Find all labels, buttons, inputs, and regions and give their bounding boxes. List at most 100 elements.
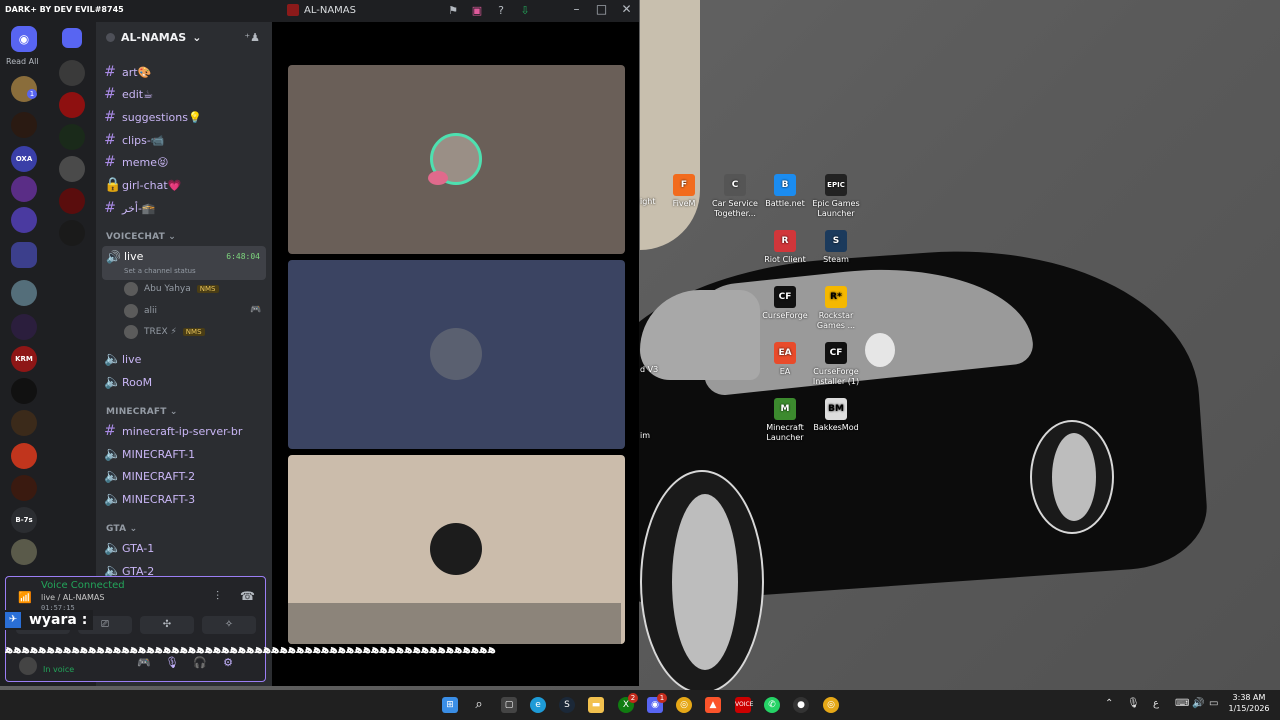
server-icon[interactable] [11,176,37,202]
server-icon[interactable] [11,475,37,501]
desktop-icon-steam[interactable]: S Steam [808,230,864,265]
task-view-icon[interactable]: ▢ [501,697,517,713]
help-icon[interactable]: ? [494,4,508,18]
voice-user[interactable]: Abu Yahya NMS [124,281,219,297]
voice-channel[interactable]: 🔈 RooM [104,373,264,391]
voice-connected-label[interactable]: Voice Connected [41,580,125,591]
text-channel[interactable]: # art🎨 [104,63,264,81]
chrome-icon[interactable]: ◎ [823,697,839,713]
voice-channel[interactable]: 🔈 live [104,350,264,368]
game-controller-icon[interactable]: 🎮 [137,656,151,669]
channel-status[interactable]: Set a channel status [124,267,196,275]
server-icon[interactable] [11,443,37,469]
text-channel[interactable]: 🔒 girl-chat💗 [104,176,264,194]
soundboard-button[interactable]: ✧ [202,616,256,634]
flag-icon[interactable]: ⚑ [446,4,460,18]
voice-channel[interactable]: 🔈 MINECRAFT-1 [104,445,264,463]
disconnect-icon[interactable]: ☎ [240,589,255,603]
volume-icon[interactable]: 🔊 [1192,698,1204,709]
server-icon[interactable] [11,207,37,233]
whatsapp-icon[interactable]: ✆ [764,697,780,713]
text-channel[interactable]: # suggestions💡 [104,108,264,126]
server-icon[interactable]: B-7s [11,507,37,533]
server-icon[interactable] [11,112,37,138]
server-icon[interactable] [11,314,37,340]
user-status: In voice [43,665,75,674]
server-icon[interactable] [59,188,85,214]
maximize-button[interactable]: □ [589,2,614,16]
voice-channel[interactable]: 🔈 MINECRAFT-2 [104,467,264,485]
desktop-icon-minecraft[interactable]: M Minecraft Launcher [757,398,813,443]
network-icon[interactable]: ⌨ [1175,698,1189,709]
text-channel[interactable]: # edit☕ [104,85,264,103]
headphones-icon[interactable]: 🎧 [193,656,207,669]
server-icon[interactable] [11,539,37,565]
chevron-up-icon[interactable]: ⌃ [1105,698,1113,709]
server-icon[interactable] [59,92,85,118]
voice-channel-active[interactable]: 🔊 live 6:48:04 Set a channel status [102,246,266,280]
text-channel[interactable]: # أخر-🕋 [104,199,264,217]
server-icon[interactable] [11,410,37,436]
edge-icon[interactable]: e [530,697,546,713]
text-channel[interactable]: # minecraft-ip-server-br [104,422,264,440]
language-indicator[interactable]: ع [1153,698,1159,709]
category-voicechat[interactable]: VOICECHAT ⌄ [106,232,176,242]
brave-icon[interactable]: ▲ [705,697,721,713]
desktop-icon-bakkesmod[interactable]: BM BakkesMod [808,398,864,433]
desktop-icon-epic-games[interactable]: EPIC Epic Games Launcher [808,174,864,219]
server-icon[interactable]: OXA [11,146,37,172]
voice-user[interactable]: alii [124,303,157,319]
server-icon[interactable] [11,280,37,306]
close-button[interactable]: ✕ [614,2,639,16]
desktop-icon-battlenet[interactable]: B Battle.net [757,174,813,209]
category-gta[interactable]: GTA ⌄ [106,524,137,534]
discord-home-icon[interactable]: ◉ [11,26,37,52]
desktop-icon-rockstar[interactable]: R* Rockstar Games ... [808,286,864,331]
chrome-icon[interactable]: ◎ [676,697,692,713]
read-all-button[interactable]: Read All [6,57,39,66]
download-icon[interactable]: ⇩ [518,4,532,18]
voice-channel[interactable]: 🔈 GTA-1 [104,539,264,557]
voice-user[interactable]: TREX ⚡ NMS [124,324,205,340]
minimize-button[interactable]: – [564,2,589,16]
participant-tile[interactable] [288,260,625,449]
avatar[interactable] [19,657,37,675]
app-icon[interactable]: ● [793,697,809,713]
file-explorer-icon[interactable]: ▬ [588,697,604,713]
text-channel[interactable]: # clips-📹 [104,131,264,149]
server-icon[interactable] [59,156,85,182]
microphone-icon[interactable]: 🎙 [165,656,179,669]
voice-channel[interactable]: 🔈 MINECRAFT-3 [104,490,264,508]
desktop-icon-fivem[interactable]: F FiveM [656,174,712,209]
server-name[interactable]: AL-NAMAS ⌄ [106,31,201,44]
clock[interactable]: 3:38 AM 1/15/2026 [1224,692,1274,714]
text-channel[interactable]: # meme😝 [104,153,264,171]
server-icon[interactable] [59,220,85,246]
desktop-icon-ea[interactable]: EA EA [757,342,813,377]
noise-suppression-icon[interactable]: ⫶ [216,589,219,604]
desktop-icon-riot-client[interactable]: R Riot Client [757,230,813,265]
voice-channel-link[interactable]: live / AL-NAMAS [41,593,104,602]
participant-tile[interactable] [288,65,625,254]
desktop-icon-curseforge-installer[interactable]: CF CurseForge Installer (1) [808,342,864,387]
microphone-icon[interactable]: 🎙 [1127,698,1140,709]
activities-button[interactable]: ✣ [140,616,194,634]
settings-gear-icon[interactable]: ⚙ [221,656,235,669]
voice-app-icon[interactable]: VOICE [735,697,753,713]
folder-icon[interactable] [11,242,37,268]
server-icon[interactable] [59,124,85,150]
server-icon[interactable]: KRM [11,346,37,372]
desktop-icon-car-service[interactable]: C Car Service Together... [707,174,763,219]
participant-tile[interactable] [288,455,625,644]
category-minecraft[interactable]: MINECRAFT ⌄ [106,407,178,417]
screen-share-icon[interactable]: ▣ [470,4,484,18]
folder-icon[interactable] [62,28,82,48]
server-icon[interactable] [59,60,85,86]
battery-icon[interactable]: ▭ [1209,698,1218,709]
desktop-icon-curseforge[interactable]: CF CurseForge [757,286,813,321]
start-windows-icon[interactable]: ⊞ [442,697,458,713]
steam-icon[interactable]: S [559,697,575,713]
search-icon[interactable]: ⌕ [471,697,487,713]
invite-people-icon[interactable]: ⁺♟ [244,31,260,44]
server-icon[interactable] [11,378,37,404]
